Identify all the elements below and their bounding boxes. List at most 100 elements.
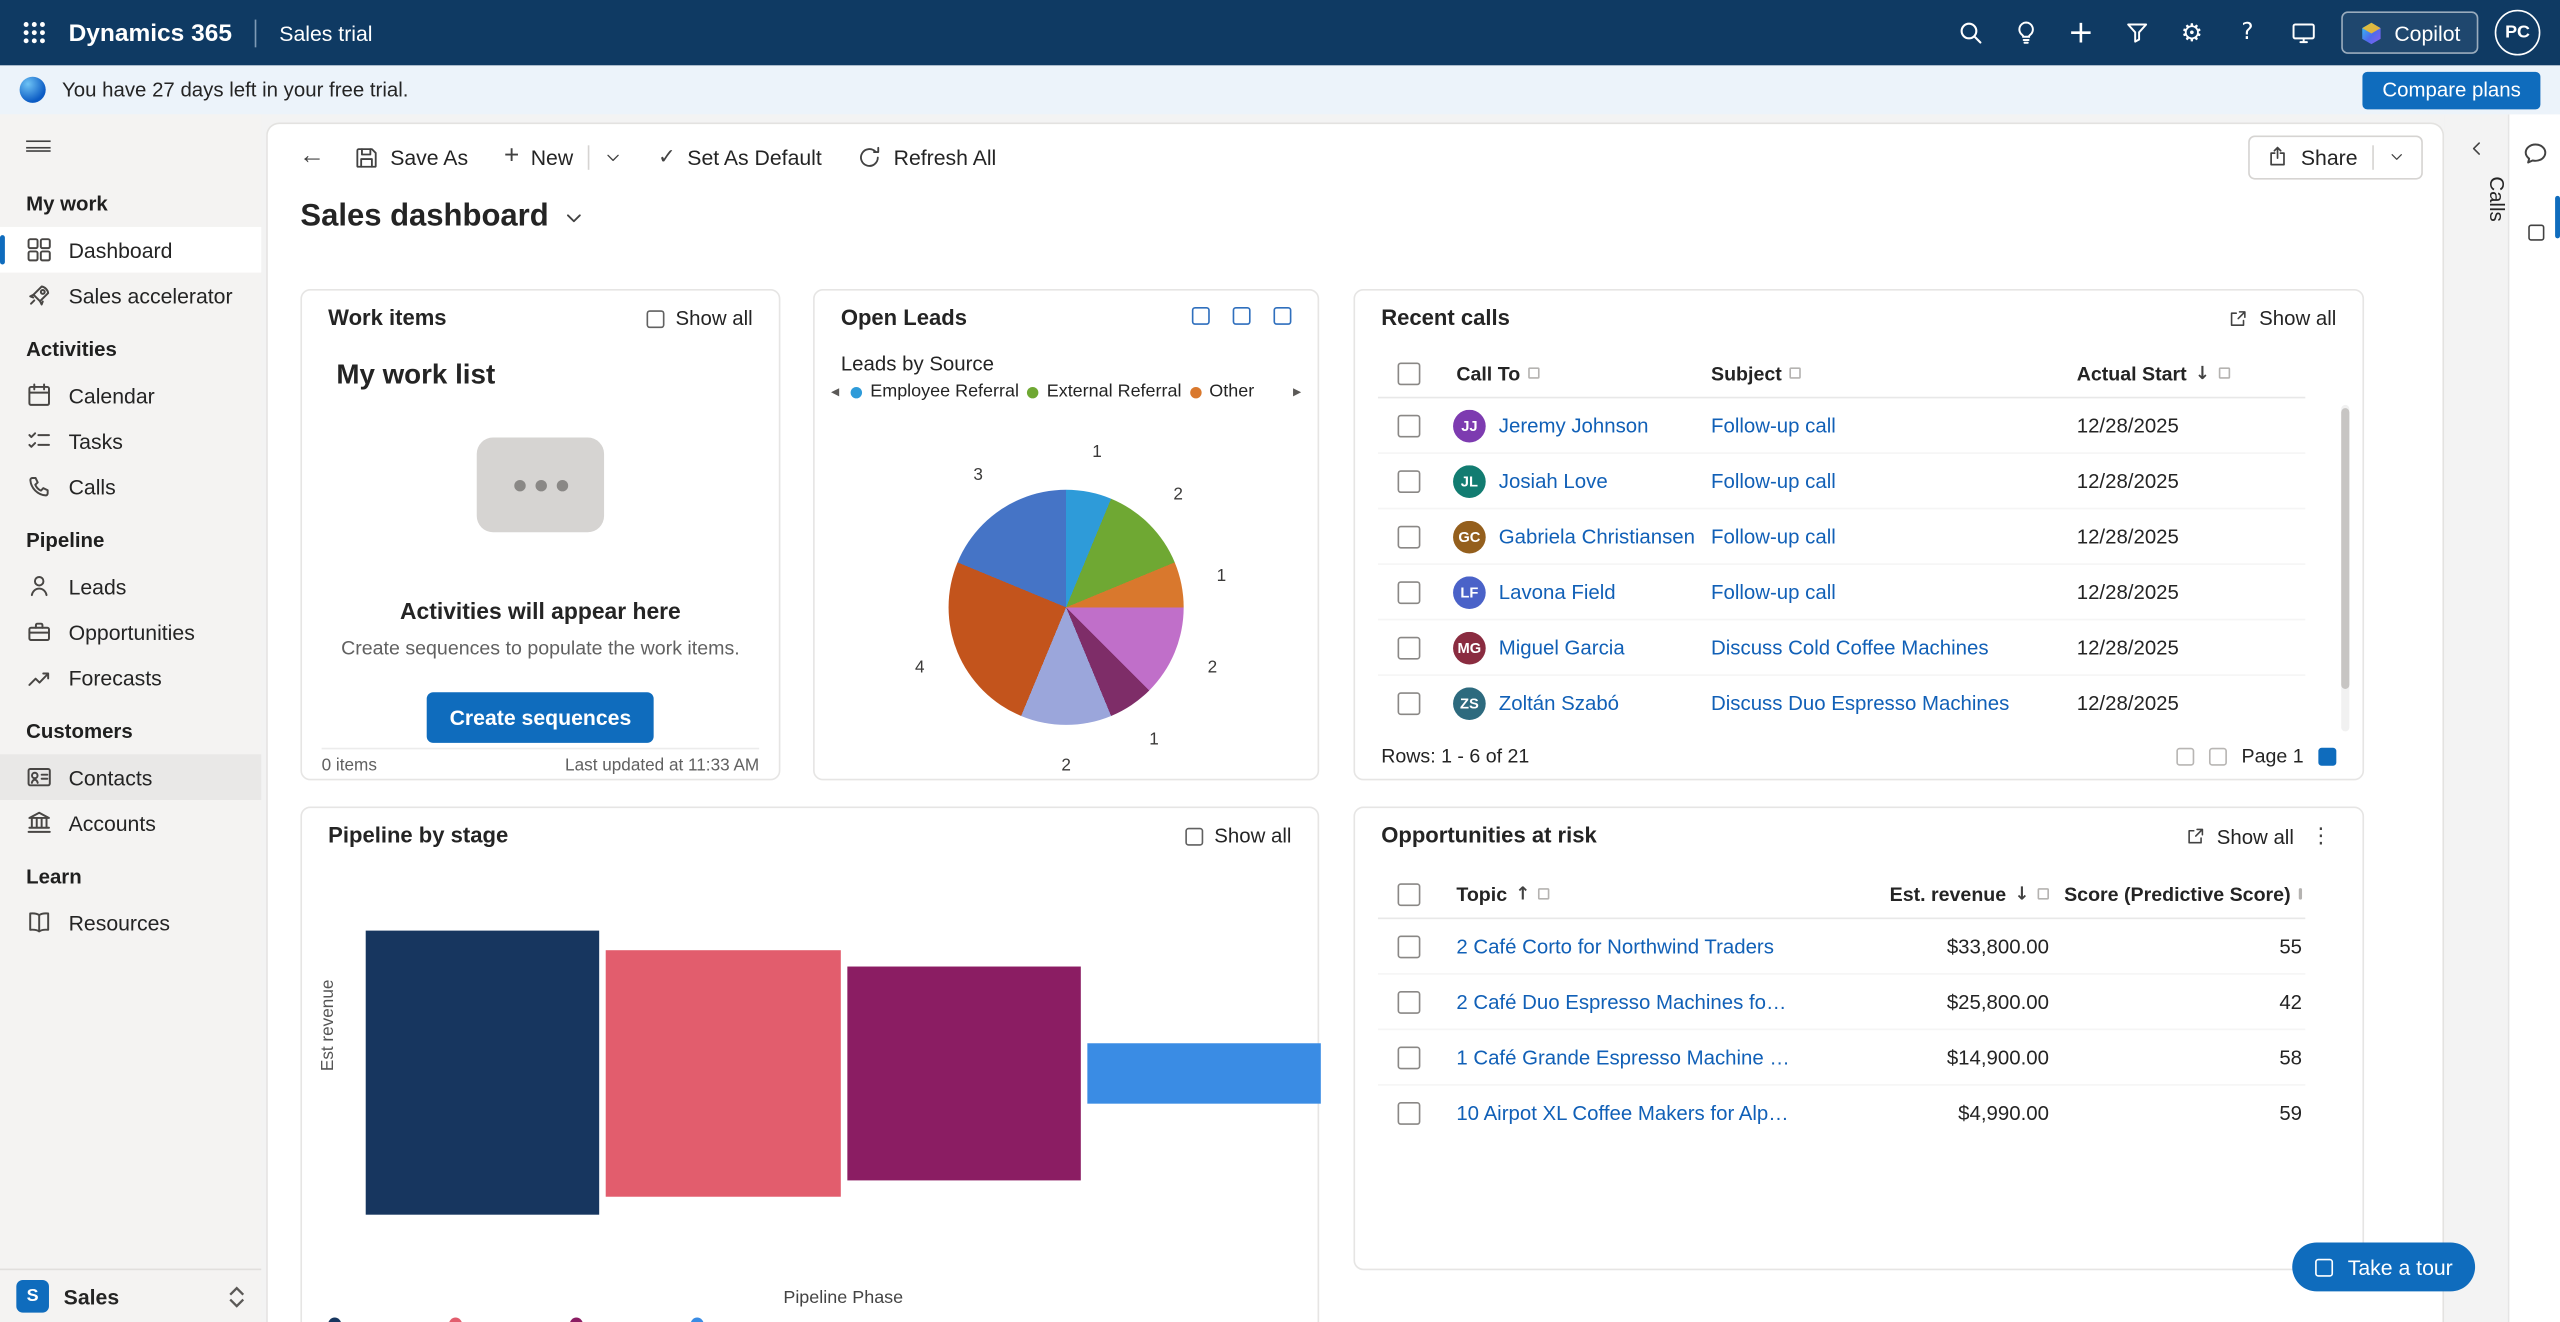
sidebar-item-accounts[interactable]: Accounts xyxy=(0,800,261,846)
funnel-bar[interactable] xyxy=(847,966,1081,1180)
select-all-checkbox[interactable] xyxy=(1398,882,1421,905)
table-scrollbar[interactable] xyxy=(2341,405,2349,732)
row-checkbox[interactable] xyxy=(1398,990,1421,1013)
column-topic[interactable]: Topic↑ xyxy=(1443,882,1791,905)
table-row[interactable]: 10 Airpot XL Coffee Makers for Alpine ..… xyxy=(1378,1086,2305,1142)
create-sequences-button[interactable]: Create sequences xyxy=(427,692,654,743)
dashboard-selector[interactable]: Sales dashboard xyxy=(300,199,2442,235)
table-row[interactable]: 1 Café Grande Espresso Machine for Al...… xyxy=(1378,1030,2305,1086)
subject-link[interactable]: Discuss Cold Coffee Machines xyxy=(1698,636,2064,659)
legend-prev-icon[interactable]: ◂ xyxy=(828,383,843,401)
table-row[interactable]: GCGabriela Christiansen Follow-up call 1… xyxy=(1378,509,2305,565)
funnel-bar[interactable] xyxy=(606,949,840,1196)
pipeline-show-all-button[interactable]: Show all xyxy=(1185,824,1292,847)
table-row[interactable]: LFLavona Field Follow-up call 12/28/2025 xyxy=(1378,565,2305,621)
work-items-show-all-button[interactable]: Show all xyxy=(646,307,753,330)
column-actual-start[interactable]: Actual Start↓ xyxy=(2064,362,2306,385)
search-icon[interactable] xyxy=(1942,0,1998,65)
save-as-button[interactable]: Save As xyxy=(336,134,486,180)
leads-pie[interactable] xyxy=(949,490,1184,725)
refresh-all-button[interactable]: Refresh All xyxy=(840,134,1014,180)
view-toggle-icon[interactable] xyxy=(1273,307,1291,325)
call-to-link[interactable]: Jeremy Johnson xyxy=(1499,414,1649,437)
call-to-link[interactable]: Zoltán Szabó xyxy=(1499,692,1619,715)
next-page-icon[interactable] xyxy=(2318,747,2336,765)
subject-link[interactable]: Follow-up call xyxy=(1698,414,2064,437)
sidebar-item-tasks[interactable]: Tasks xyxy=(0,418,261,464)
row-checkbox[interactable] xyxy=(1398,525,1421,548)
subject-link[interactable]: Follow-up call xyxy=(1698,580,2064,603)
topic-link[interactable]: 2 Café Duo Espresso Machines for Fabr... xyxy=(1443,990,1791,1013)
topic-link[interactable]: 10 Airpot XL Coffee Makers for Alpine ..… xyxy=(1443,1102,1791,1125)
funnel-bar[interactable] xyxy=(366,931,600,1215)
table-row[interactable]: ZSZoltán Szabó Discuss Duo Espresso Mach… xyxy=(1378,676,2305,732)
column-options-icon[interactable] xyxy=(2218,367,2229,378)
sidebar-item-contacts[interactable]: Contacts xyxy=(0,754,261,800)
area-switcher[interactable]: S Sales xyxy=(0,1269,261,1322)
call-to-link[interactable]: Miguel Garcia xyxy=(1499,636,1625,659)
waffle-icon[interactable] xyxy=(0,0,69,65)
legend-next-icon[interactable]: ▸ xyxy=(1290,383,1305,401)
show-all-label[interactable]: Show all xyxy=(2217,825,2294,848)
sidebar-item-calendar[interactable]: Calendar xyxy=(0,372,261,418)
call-to-link[interactable]: Josiah Love xyxy=(1499,469,1608,492)
select-all-checkbox[interactable] xyxy=(1398,362,1421,385)
topic-link[interactable]: 1 Café Grande Espresso Machine for Al... xyxy=(1443,1046,1791,1069)
subject-link[interactable]: Discuss Duo Espresso Machines xyxy=(1698,692,2064,715)
lightbulb-icon[interactable] xyxy=(1998,0,2054,65)
row-checkbox[interactable] xyxy=(1398,1046,1421,1069)
column-call-to[interactable]: Call To xyxy=(1443,362,1698,385)
column-options-icon[interactable] xyxy=(1538,888,1549,899)
copilot-button[interactable]: Copilot xyxy=(2340,11,2478,53)
view-toggle-icon[interactable] xyxy=(1233,307,1251,325)
sidebar-item-calls[interactable]: Calls xyxy=(0,464,261,510)
set-as-default-button[interactable]: ✓ Set As Default xyxy=(640,134,840,180)
row-checkbox[interactable] xyxy=(1398,1102,1421,1125)
share-button[interactable]: Share xyxy=(2249,135,2423,179)
more-options-icon[interactable]: ⋮ xyxy=(2305,824,2336,848)
new-button[interactable]: + New xyxy=(486,134,640,180)
column-score[interactable]: Score (Predictive Score) xyxy=(2052,882,2305,905)
view-toggle-icon[interactable] xyxy=(1192,307,1210,325)
popout-icon[interactable] xyxy=(2184,826,2205,847)
column-subject[interactable]: Subject xyxy=(1698,362,2064,385)
sidebar-item-sales-accelerator[interactable]: Sales accelerator xyxy=(0,273,261,319)
first-page-icon[interactable] xyxy=(2176,747,2194,765)
back-button[interactable]: ← xyxy=(287,134,336,180)
row-checkbox[interactable] xyxy=(1398,469,1421,492)
help-icon[interactable]: ? xyxy=(2220,0,2276,65)
expand-pane-button[interactable] xyxy=(2455,127,2497,169)
sidebar-item-forecasts[interactable]: Forecasts xyxy=(0,655,261,701)
subject-link[interactable]: Follow-up call xyxy=(1698,525,2064,548)
gear-icon[interactable]: ⚙ xyxy=(2164,0,2220,65)
row-checkbox[interactable] xyxy=(1398,636,1421,659)
topic-link[interactable]: 2 Café Corto for Northwind Traders xyxy=(1443,935,1791,958)
filter-icon[interactable] xyxy=(2109,0,2165,65)
recent-calls-show-all-button[interactable]: Show all xyxy=(2227,307,2337,330)
column-options-icon[interactable] xyxy=(1790,367,1801,378)
copilot-pane-icon[interactable] xyxy=(2509,127,2560,179)
plus-icon[interactable]: + xyxy=(2053,0,2109,65)
column-est-revenue[interactable]: Est. revenue↓ xyxy=(1791,882,2052,905)
table-row[interactable]: MGMiguel Garcia Discuss Cold Coffee Mach… xyxy=(1378,620,2305,676)
table-row[interactable]: 2 Café Duo Espresso Machines for Fabr...… xyxy=(1378,975,2305,1031)
row-checkbox[interactable] xyxy=(1398,935,1421,958)
row-checkbox[interactable] xyxy=(1398,414,1421,437)
row-checkbox[interactable] xyxy=(1398,692,1421,715)
hamburger-icon[interactable] xyxy=(0,114,72,173)
compare-plans-button[interactable]: Compare plans xyxy=(2363,71,2541,109)
sidebar-item-resources[interactable]: Resources xyxy=(0,900,261,946)
environment-name[interactable]: Sales trial xyxy=(279,20,372,44)
device-icon[interactable] xyxy=(2275,0,2331,65)
pane-label[interactable]: Calls xyxy=(2444,176,2508,221)
pane-square-icon[interactable] xyxy=(2509,206,2560,258)
take-a-tour-button[interactable]: Take a tour xyxy=(2292,1242,2475,1291)
subject-link[interactable]: Follow-up call xyxy=(1698,469,2064,492)
sidebar-item-dashboard[interactable]: Dashboard xyxy=(0,227,261,273)
column-options-icon[interactable] xyxy=(2038,888,2049,899)
sidebar-item-opportunities[interactable]: Opportunities xyxy=(0,609,261,655)
call-to-link[interactable]: Lavona Field xyxy=(1499,580,1616,603)
column-options-icon[interactable] xyxy=(2299,888,2302,899)
call-to-link[interactable]: Gabriela Christiansen xyxy=(1499,525,1695,548)
row-checkbox[interactable] xyxy=(1398,580,1421,603)
